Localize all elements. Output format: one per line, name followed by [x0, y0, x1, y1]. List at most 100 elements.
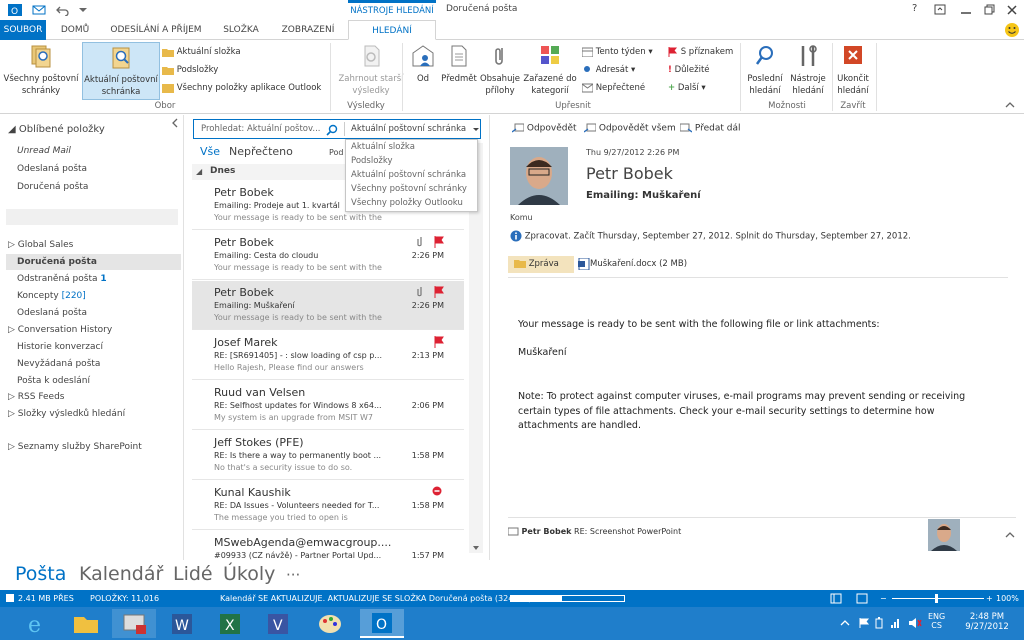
- flag-icon[interactable]: [434, 336, 444, 348]
- restore-icon[interactable]: [984, 4, 996, 16]
- folder-global-sales[interactable]: ▷ Global Sales: [8, 237, 73, 253]
- flag-icon[interactable]: [434, 236, 444, 248]
- reply-button[interactable]: Odpovědět: [512, 123, 577, 134]
- current-mailbox-button[interactable]: Aktuální poštovní schránka: [82, 42, 160, 100]
- list-item[interactable]: Jeff Stokes (PFE) RE: Is there a way to p…: [192, 431, 464, 480]
- filter-all[interactable]: Vše: [200, 145, 220, 158]
- tray-volume-icon[interactable]: [908, 617, 922, 629]
- folder-rss[interactable]: ▷ RSS Feeds: [8, 389, 65, 405]
- folder-conversation-history[interactable]: ▷ Conversation History: [8, 322, 112, 338]
- taskbar-remote[interactable]: [112, 609, 156, 638]
- scope-option-all-mailboxes[interactable]: Všechny poštovní schránky: [351, 184, 467, 194]
- zoom-out-button[interactable]: −: [880, 590, 887, 607]
- list-item[interactable]: MSwebAgenda@emwacgroup.... #09933 (CZ náv…: [192, 531, 464, 560]
- ribbon-display-icon[interactable]: [934, 4, 946, 16]
- important-button[interactable]: ! Důležité: [668, 62, 710, 78]
- this-week-button[interactable]: Tento týden ▾: [582, 44, 653, 60]
- scope-option-all-outlook[interactable]: Všechny položky Outlooku: [351, 198, 463, 208]
- tab-search[interactable]: HLEDÁNÍ: [348, 20, 436, 40]
- customize-toolbar-icon[interactable]: [78, 6, 88, 14]
- send-receive-icon[interactable]: [32, 4, 46, 16]
- folder-junk[interactable]: Nevyžádaná pošta: [17, 356, 100, 372]
- more-button[interactable]: + Další ▾: [668, 80, 706, 96]
- scope-option-current-folder[interactable]: Aktuální složka: [351, 142, 415, 152]
- fav-inbox[interactable]: Doručená pošta: [17, 179, 88, 195]
- all-mailboxes-button[interactable]: Všechny poštovní schránky: [2, 43, 80, 97]
- tray-signal-icon[interactable]: [890, 617, 902, 629]
- nav-more[interactable]: ···: [286, 566, 300, 584]
- close-icon[interactable]: [1006, 4, 1018, 16]
- tray-flag-icon[interactable]: [858, 617, 870, 629]
- expand-people-pane-icon[interactable]: [1004, 530, 1016, 540]
- scope-option-current-mailbox[interactable]: Aktuální poštovní schránka: [351, 170, 466, 180]
- tab-home[interactable]: DOMŮ: [52, 20, 98, 40]
- nav-mail[interactable]: Pošta: [15, 563, 66, 585]
- tab-send-receive[interactable]: ODESÍLÁNÍ A PŘÍJEM: [104, 20, 208, 40]
- fav-sent-mail[interactable]: Odeslaná pošta: [17, 161, 87, 177]
- nav-calendar[interactable]: Kalendář: [79, 563, 163, 585]
- taskbar-word[interactable]: W: [160, 609, 204, 638]
- close-search-button[interactable]: Ukončit hledání: [834, 43, 872, 97]
- nav-people[interactable]: Lidé: [173, 563, 213, 585]
- scope-option-subfolders[interactable]: Podsložky: [351, 156, 393, 166]
- nav-tasks[interactable]: Úkoly: [223, 563, 275, 585]
- sort-by[interactable]: Pod: [329, 148, 344, 157]
- collapse-pane-icon[interactable]: [170, 118, 180, 128]
- list-item-selected[interactable]: Petr Bobek Emailing: Muškaření Your messag…: [192, 281, 464, 330]
- from-button[interactable]: Od: [406, 43, 440, 85]
- recent-searches-button[interactable]: Poslední hledání: [744, 43, 786, 97]
- taskbar-explorer[interactable]: [64, 609, 108, 638]
- include-older-results-button[interactable]: Zahrnout starší výsledky: [334, 43, 408, 97]
- scroll-down-icon[interactable]: [471, 543, 481, 553]
- unread-button[interactable]: Nepřečtené: [582, 80, 645, 96]
- fav-unread-mail[interactable]: Unread Mail: [17, 143, 71, 159]
- current-folder-button[interactable]: Aktuální složka: [162, 44, 241, 60]
- minimize-icon[interactable]: [960, 4, 972, 16]
- clock[interactable]: 2:48 PM 9/27/2012: [962, 612, 1012, 632]
- input-language[interactable]: ENG CS: [928, 612, 945, 630]
- zoom-slider-thumb[interactable]: [935, 594, 938, 603]
- list-item[interactable]: Ruud van Velsen RE: Selfhost updates for …: [192, 381, 464, 430]
- tray-arrow-icon[interactable]: [840, 618, 850, 628]
- sender-avatar[interactable]: [510, 147, 568, 205]
- taskbar-paint[interactable]: [308, 609, 352, 638]
- folder-outbox[interactable]: Pošta k odeslání: [17, 373, 90, 389]
- folder-drafts[interactable]: Koncepty [220]: [17, 288, 86, 304]
- taskbar-ie[interactable]: e: [16, 609, 60, 638]
- search-scope-select[interactable]: Aktuální poštovní schránka: [351, 124, 466, 134]
- normal-view-icon[interactable]: [830, 593, 842, 604]
- smiley-feedback-icon[interactable]: [1004, 22, 1020, 38]
- folder-search-results[interactable]: ▷ Složky výsledků hledání: [8, 406, 125, 422]
- folder-inbox[interactable]: Doručená pošta: [17, 254, 97, 270]
- folder-sharepoint[interactable]: ▷ Seznamy služby SharePoint: [8, 439, 142, 455]
- search-box[interactable]: Prohledat: Aktuální poštov... Aktuální p…: [193, 119, 481, 139]
- undo-icon[interactable]: [56, 4, 70, 16]
- list-item[interactable]: Petr Bobek Emailing: Cesta do cloudu Your …: [192, 231, 464, 280]
- tray-battery-icon[interactable]: [874, 617, 884, 629]
- tab-file[interactable]: SOUBOR: [0, 20, 46, 40]
- has-attachments-button[interactable]: Obsahuje přílohy: [478, 43, 522, 97]
- collapse-ribbon-icon[interactable]: [1004, 100, 1016, 110]
- search-input[interactable]: Prohledat: Aktuální poštov...: [201, 124, 320, 134]
- people-pane-item[interactable]: Petr Bobek RE: Screenshot PowerPoint: [508, 527, 681, 536]
- reading-view-icon[interactable]: [856, 593, 868, 604]
- taskbar-excel[interactable]: X: [208, 609, 252, 638]
- tab-view[interactable]: ZOBRAZENÍ: [274, 20, 342, 40]
- chevron-down-icon[interactable]: [472, 127, 480, 133]
- taskbar-outlook[interactable]: O: [360, 609, 404, 638]
- flagged-button[interactable]: S příznakem: [668, 44, 733, 60]
- folder-history-cz[interactable]: Historie konverzací: [17, 339, 103, 355]
- zoom-in-button[interactable]: +: [986, 590, 993, 607]
- list-item[interactable]: Josef Marek RE: [SR691405] - : slow loadi…: [192, 331, 464, 380]
- people-pane-avatar[interactable]: [928, 519, 960, 551]
- categorized-button[interactable]: Zařazené do kategorií: [522, 43, 578, 97]
- favorites-header[interactable]: ◢ Oblíbené položky: [8, 122, 105, 138]
- zoom-level[interactable]: 100%: [996, 590, 1019, 607]
- all-outlook-items-button[interactable]: Všechny položky aplikace Outlook: [162, 80, 321, 96]
- forward-button[interactable]: Předat dál: [680, 123, 741, 134]
- subject-button[interactable]: Předmět: [440, 43, 478, 85]
- tab-folder[interactable]: SLOŽKA: [214, 20, 268, 40]
- sent-to-button[interactable]: Adresát ▾: [582, 62, 635, 78]
- help-button[interactable]: ?: [912, 3, 917, 14]
- list-item[interactable]: Kunal Kaushik RE: DA Issues - Volunteers …: [192, 481, 464, 530]
